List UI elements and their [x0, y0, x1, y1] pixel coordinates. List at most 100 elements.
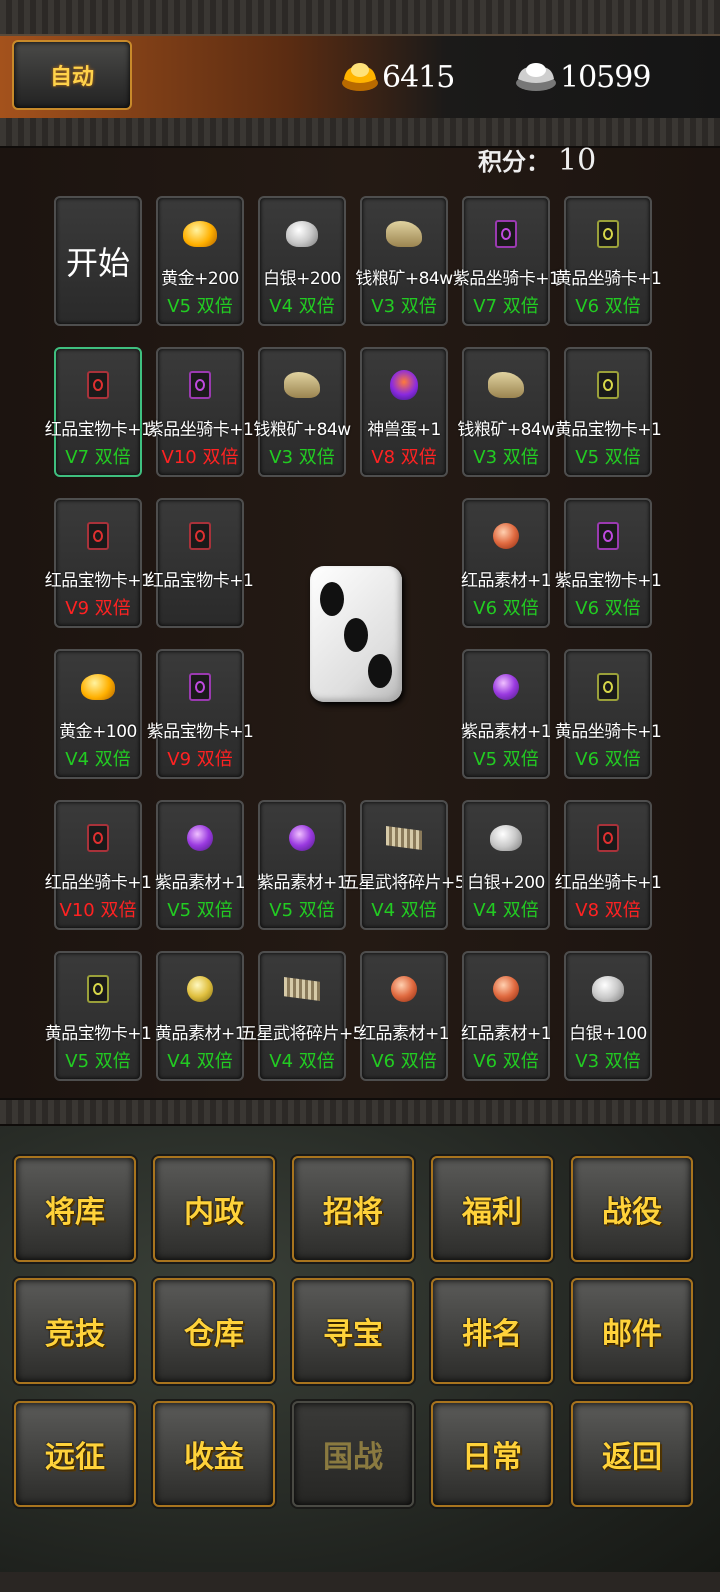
red-card-icon [597, 824, 619, 852]
cell-multiplier: V5 双倍 [575, 447, 641, 468]
cell-reward: 黄品坐骑卡+1 [554, 269, 662, 289]
board-cell[interactable]: 紫品坐骑卡+1 V7 双倍 [453, 196, 560, 326]
yellow-card-icon [597, 673, 619, 701]
menu-button[interactable]: 收益 [153, 1401, 275, 1507]
cell-multiplier: V6 双倍 [575, 296, 641, 317]
menu-button[interactable]: 福利 [431, 1156, 553, 1262]
board-cell[interactable]: 黄品坐骑卡+1 V6 双倍 [555, 196, 662, 326]
auto-button[interactable]: 自动 [12, 40, 132, 110]
menu-button[interactable]: 内政 [153, 1156, 275, 1262]
board-cell[interactable]: 紫品坐骑卡+1 V10 双倍 [147, 347, 254, 477]
board-cell[interactable]: 白银+200 V4 双倍 [462, 800, 550, 930]
cell-multiplier: V10 双倍 [59, 900, 137, 921]
cell-reward: 紫品宝物卡+1 [146, 722, 254, 742]
cell-multiplier: V5 双倍 [269, 900, 335, 921]
gold-counter: 6415 [340, 52, 455, 102]
cell-icon [80, 367, 116, 403]
red-gem-icon [493, 523, 519, 549]
board-cell[interactable]: 黄品宝物卡+1 V5 双倍 [555, 347, 662, 477]
menu-button[interactable]: 战役 [571, 1156, 693, 1262]
menu-button[interactable]: 返回 [571, 1401, 693, 1507]
board-cell[interactable]: 黄品素材+1 V4 双倍 [155, 951, 246, 1081]
board-cell[interactable]: 紫品宝物卡+1 V6 双倍 [555, 498, 662, 628]
cell-multiplier: V10 双倍 [161, 447, 239, 468]
purple-gem-icon [289, 825, 315, 851]
board-cell[interactable]: 钱粮矿+84w V3 双倍 [355, 196, 453, 326]
menu-button[interactable]: 排名 [431, 1278, 553, 1384]
menu-button[interactable]: 招将 [292, 1156, 414, 1262]
board-cell[interactable]: 紫品素材+1 V5 双倍 [257, 800, 348, 930]
cell-icon [284, 367, 320, 403]
board-cell[interactable]: 红品宝物卡+1 V9 双倍 [45, 498, 152, 628]
gold-ingot-icon [81, 674, 115, 700]
board-cell[interactable]: 红品宝物卡+1 [147, 498, 254, 628]
board-cell[interactable]: 钱粮矿+84w V3 双倍 [457, 347, 555, 477]
board-cell[interactable]: 红品素材+1 V6 双倍 [359, 951, 450, 1081]
menu-button[interactable]: 竞技 [14, 1278, 136, 1384]
cell-reward: 黄品宝物卡+1 [554, 420, 662, 440]
cell-icon [284, 216, 320, 252]
board-cell[interactable]: 钱粮矿+84w V3 双倍 [253, 347, 351, 477]
start-cell[interactable]: 开始 [54, 196, 142, 326]
cell-icon [182, 971, 218, 1007]
cell-icon [488, 669, 524, 705]
yellow-gem-icon [187, 976, 213, 1002]
silver-ingot-icon [490, 825, 522, 851]
beast-egg-icon [390, 370, 418, 400]
silver-ingot-icon [286, 221, 318, 247]
cell-multiplier: V3 双倍 [269, 447, 335, 468]
cell-multiplier: V7 双倍 [65, 447, 131, 468]
cell-icon [80, 820, 116, 856]
cell-reward: 红品坐骑卡+1 [554, 873, 662, 893]
silver-ingot-icon [592, 976, 624, 1002]
board-cell[interactable]: 黄金+200 V5 双倍 [156, 196, 244, 326]
yellow-card-icon [597, 220, 619, 248]
board-cell[interactable]: 紫品素材+1 V5 双倍 [155, 800, 246, 930]
menu-button[interactable]: 邮件 [571, 1278, 693, 1384]
cell-multiplier: V8 双倍 [575, 900, 641, 921]
cell-multiplier: V3 双倍 [575, 1051, 641, 1072]
cell-icon [182, 820, 218, 856]
cell-multiplier: V4 双倍 [473, 900, 539, 921]
board-cell[interactable]: 黄品坐骑卡+1 V6 双倍 [555, 649, 662, 779]
board-cell[interactable]: 红品素材+1 V6 双倍 [461, 498, 552, 628]
board-cell[interactable]: 五星武将碎片+50 V4 双倍 [240, 951, 374, 1081]
board-cell[interactable]: 红品坐骑卡+1 V10 双倍 [45, 800, 152, 930]
purple-gem-icon [493, 674, 519, 700]
dice-pip [320, 582, 344, 616]
red-card-icon [189, 522, 211, 550]
board-cell[interactable]: 红品坐骑卡+1 V8 双倍 [555, 800, 662, 930]
board-cell[interactable]: 白银+100 V3 双倍 [564, 951, 652, 1081]
gold-value: 6415 [382, 59, 455, 95]
menu-button[interactable]: 日常 [431, 1401, 553, 1507]
menu-button[interactable]: 寻宝 [292, 1278, 414, 1384]
dice-pip [368, 654, 392, 688]
dice[interactable] [310, 566, 402, 702]
board-cell[interactable]: 紫品宝物卡+1 V9 双倍 [147, 649, 254, 779]
cell-reward: 白银+100 [569, 1024, 647, 1044]
board-cell[interactable]: 白银+200 V4 双倍 [258, 196, 346, 326]
cell-multiplier: V6 双倍 [575, 598, 641, 619]
cell-multiplier: V6 双倍 [371, 1051, 437, 1072]
purple-card-icon [189, 673, 211, 701]
menu-button[interactable]: 将库 [14, 1156, 136, 1262]
board-cell[interactable]: 紫品素材+1 V5 双倍 [461, 649, 552, 779]
cell-multiplier: V4 双倍 [65, 749, 131, 770]
cell-multiplier: V4 双倍 [269, 1051, 335, 1072]
cell-icon [182, 367, 218, 403]
board-cell[interactable]: 红品宝物卡+1 V7 双倍 [45, 347, 152, 477]
cell-icon [590, 216, 626, 252]
board-cell[interactable]: 黄品宝物卡+1 V5 双倍 [45, 951, 152, 1081]
cell-multiplier: V5 双倍 [167, 296, 233, 317]
cell-multiplier: V3 双倍 [473, 447, 539, 468]
menu-button[interactable]: 仓库 [153, 1278, 275, 1384]
board-cell[interactable]: 黄金+100 V4 双倍 [54, 649, 142, 779]
cell-multiplier: V5 双倍 [167, 900, 233, 921]
menu-button[interactable]: 国战 [292, 1401, 414, 1507]
cell-icon [590, 669, 626, 705]
menu-button[interactable]: 远征 [14, 1401, 136, 1507]
board-cell[interactable]: 五星武将碎片+50 V4 双倍 [342, 800, 476, 930]
cell-icon [590, 367, 626, 403]
board-cell[interactable]: 神兽蛋+1 V8 双倍 [360, 347, 448, 477]
board-cell[interactable]: 红品素材+1 V6 双倍 [461, 951, 552, 1081]
